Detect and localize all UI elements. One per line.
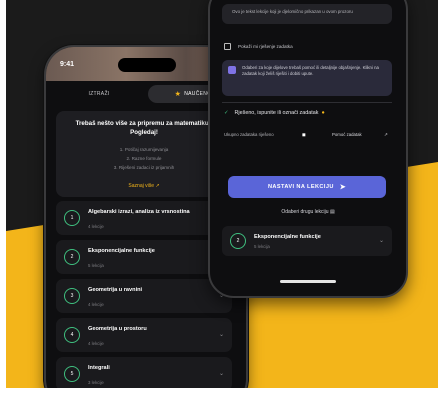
item-number: 3 [70,293,74,299]
external-link-icon: ↗ [384,132,388,137]
help-task-link[interactable]: Pomoć zadatak [332,132,362,137]
phone-right: Ovo je tekst lekcije koji je djelomično … [208,0,408,298]
item-title: Eksponencijalne funkcije [254,234,321,240]
send-arrow-icon: ➤ [339,184,347,191]
item-subtitle: 5 lekcija [88,263,104,268]
tab-explore[interactable]: IZTRAŽI [54,85,144,103]
promo-link[interactable]: Saznaj više ↗ [64,183,224,189]
checkbox-label: Pokaži mi rješenje zadatka [238,44,293,49]
progress-ring: 5 [64,366,80,382]
toggle-icon[interactable]: ◼ [302,132,306,138]
list-item[interactable]: 2 Eksponencijalne funkcije 5 lekcija ⌄ [56,240,232,274]
item-title: Integrali [88,365,110,371]
list-icon: ▤ [329,209,335,215]
continue-button[interactable]: NASTAVI NA LEKCIJU ➤ [228,176,386,198]
info-text: Odaberi za koje dijelove trebaš pomoć il… [242,65,379,77]
solved-text: Rješeno, ispunite ili označi zadatak [234,110,319,116]
lesson-list: 1 Algebarski izrazi, analiza iz vrsnosti… [56,201,232,394]
item-subtitle: 4 lekcije [88,224,104,229]
item-title: Geometrija u prostoru [88,326,147,332]
promo-line: 3. Riješeni zadaci iz prijamnih [113,165,175,170]
left-white-edge [0,0,6,394]
list-item[interactable]: 3 Geometrija u ravnini 4 lekcije ⌄ [56,279,232,313]
progress-ring: 2 [64,249,80,265]
tab-label: IZTRAŽI [88,91,110,97]
list-item[interactable]: 2 Eksponencijalne funkcije 5 lekcija ⌄ [222,226,392,256]
home-indicator [280,280,336,283]
choose-lesson-text: Odaberi drugu lekciju [281,209,329,215]
check-icon: ✓ [224,110,229,116]
promo-line: 2. Razne formule [126,156,162,161]
item-number: 5 [70,371,74,377]
list-item[interactable]: 1 Algebarski izrazi, analiza iz vrsnosti… [56,201,232,235]
divider [222,102,392,103]
choose-lesson-link[interactable]: Odaberi drugu lekciju ▤ [210,209,406,215]
item-subtitle: 4 lekcije [88,302,104,307]
list-item[interactable]: 5 Integrali 3 lekcije ⌄ [56,357,232,391]
solved-count-label: Ukupno zadataka riješeno [224,132,274,137]
item-title: Geometrija u ravnini [88,287,143,293]
item-subtitle: 5 lekcija [254,244,270,249]
item-number: 2 [236,238,240,244]
promo-card: Trebaš nešto više za pripremu za matemat… [56,111,232,197]
progress-ring: 1 [64,210,80,226]
chevron-down-icon: ⌄ [218,332,224,338]
status-time: 9:41 [60,61,75,68]
continue-label: NASTAVI NA LEKCIJU [267,184,334,190]
lightbulb-icon: ● [321,110,325,116]
info-icon [228,66,236,74]
chevron-down-icon: ⌄ [218,371,224,377]
lesson-text: Ovo je tekst lekcije koji je djelomično … [232,9,353,14]
star-icon: ★ [174,91,182,98]
item-number: 4 [70,332,74,338]
progress-ring: 3 [64,288,80,304]
item-title: Eksponencijalne funkcije [88,248,155,254]
item-number: 2 [70,254,74,260]
list-item[interactable]: 4 Geometrija u prostoru 4 lekcije ⌄ [56,318,232,352]
solved-status: ✓ Rješeno, ispunite ili označi zadatak ● [224,110,325,116]
bottom-white-edge [0,388,438,394]
show-solution-checkbox[interactable] [224,43,231,50]
info-box: Odaberi za koje dijelove trebaš pomoć il… [222,60,392,96]
item-subtitle: 4 lekcije [88,341,104,346]
marketing-canvas: 9:41 ▮▮ ◉ ▬ IZTRAŽI ★ NAUČENO Trebaš neš… [0,0,438,394]
dynamic-island [118,58,176,72]
promo-line: 1. Potičaj razumijevanja [119,147,169,152]
item-title: Algebarski izrazi, analiza iz vrsnostina [88,209,190,215]
item-number: 1 [70,215,74,221]
lesson-text-box: Ovo je tekst lekcije koji je djelomično … [222,4,392,24]
item-subtitle: 3 lekcije [88,380,104,385]
promo-title: Trebaš nešto više za pripremu za matemat… [75,120,213,136]
progress-ring: 4 [64,327,80,343]
chevron-down-icon: ⌄ [378,238,384,244]
progress-ring: 2 [230,233,246,249]
